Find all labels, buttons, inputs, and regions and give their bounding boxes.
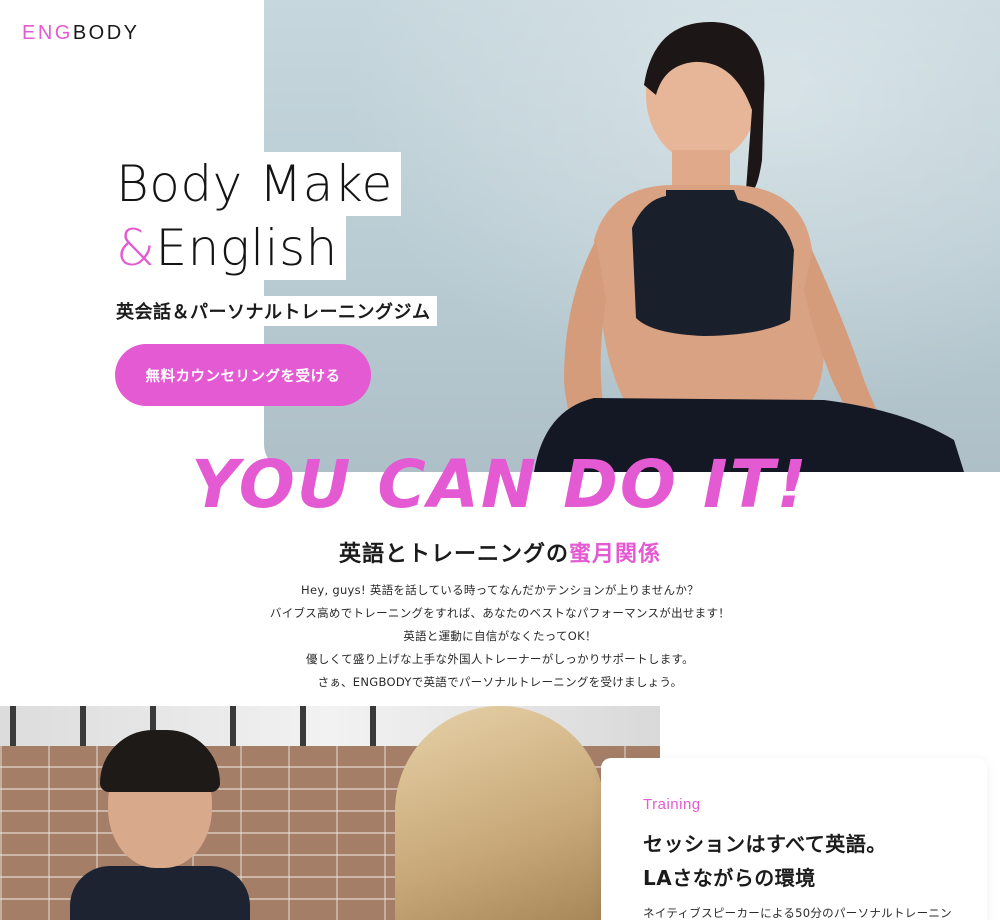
logo-body: BODY <box>72 22 140 44</box>
window-mullion <box>80 706 86 746</box>
section-heading-highlight: 蜜月関係 <box>569 542 662 567</box>
hero-title: Body Make &English <box>116 152 401 280</box>
intro-line: さぁ、ENGBODYで英語でパーソナルトレーニングを受けましょう。 <box>317 675 683 689</box>
window-mullion <box>230 706 236 746</box>
window-mullion <box>10 706 16 746</box>
intro-line: バイブス高めでトレーニングをすれば、あなたのベストなパフォーマンスが出せます！ <box>269 606 731 620</box>
brand-logo[interactable]: ENGBODY <box>22 22 140 45</box>
training-label: Training <box>643 796 701 813</box>
training-title: セッションはすべて英語。 LAさながらの環境 <box>643 827 987 895</box>
hero-title-ampersand: & <box>116 219 156 277</box>
section-heading: 英語とトレーニングの蜜月関係 <box>0 536 1000 568</box>
intro-line: Hey, guys! 英語を話している時ってなんだかテンションが上りませんか？ <box>301 583 699 597</box>
client-hair <box>395 706 605 920</box>
window-mullion <box>370 706 376 746</box>
training-title-line-1: セッションはすべて英語。 <box>643 832 887 856</box>
training-card: Training セッションはすべて英語。 LAさながらの環境 ネイティブスピー… <box>601 758 987 920</box>
intro-line: 英語と運動に自信がなくたってOK！ <box>403 629 597 643</box>
section-heading-prefix: 英語とトレーニングの <box>338 542 569 567</box>
training-title-line-2: LAさながらの環境 <box>643 866 816 890</box>
slogan: YOU CAN DO IT! <box>191 446 809 523</box>
free-counseling-button[interactable]: 無料カウンセリングを受ける <box>115 344 371 406</box>
training-description: ネイティブスピーカーによる50分のパーソナルトレーニン <box>643 906 952 920</box>
hero-title-line-1: Body Make <box>116 152 401 216</box>
logo-eng: ENG <box>22 22 73 44</box>
hero-title-line-2: &English <box>116 216 346 280</box>
hero-title-english: English <box>155 219 338 277</box>
trainer-body <box>70 866 250 920</box>
intro-text: Hey, guys! 英語を話している時ってなんだかテンションが上りませんか？ … <box>0 579 1000 694</box>
window-mullion <box>300 706 306 746</box>
hero-subtitle: 英会話＆パーソナルトレーニングジム <box>116 296 437 326</box>
intro-line: 優しくて盛り上げな上手な外国人トレーナーがしっかりサポートします。 <box>306 652 694 666</box>
